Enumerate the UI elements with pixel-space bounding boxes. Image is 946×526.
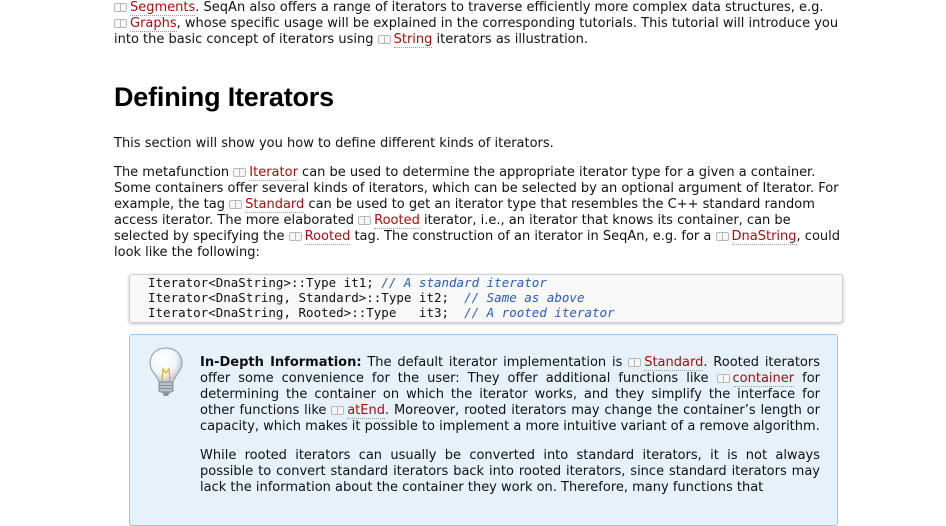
intro-paragraph: Segments. SeqAn also offers a range of i…	[114, 0, 839, 48]
link-graphs[interactable]: Graphs	[130, 16, 177, 32]
lightbulb-icon	[149, 347, 183, 396]
book-icon	[233, 168, 247, 177]
section-intro: This section will show you how to define…	[114, 136, 554, 151]
in-depth-info-box: In-Depth Information: The default iterat…	[129, 334, 838, 526]
section-heading: Defining Iterators	[114, 82, 334, 112]
link-dnastring[interactable]: DnaString	[731, 229, 797, 245]
link-atend[interactable]: atEnd	[347, 403, 385, 419]
link-standard[interactable]: Standard	[245, 197, 305, 213]
info-paragraph: In-Depth Information: The default iterat…	[200, 355, 821, 434]
book-icon	[331, 406, 345, 415]
book-icon	[628, 358, 642, 367]
link-rooted-tag[interactable]: Rooted	[304, 229, 351, 245]
link-container[interactable]: container	[732, 371, 795, 387]
book-icon	[377, 35, 391, 44]
book-icon	[288, 232, 302, 241]
link-standard-info[interactable]: Standard	[644, 355, 704, 371]
info-text: In-Depth Information: The default iterat…	[200, 355, 820, 496]
link-segments[interactable]: Segments	[130, 0, 196, 16]
book-icon	[358, 216, 372, 225]
book-icon	[229, 200, 243, 209]
book-icon	[715, 232, 729, 241]
metafunction-paragraph: The metafunction Iterator can be used to…	[114, 165, 840, 260]
book-icon	[716, 374, 730, 383]
code-block[interactable]: Iterator<DnaString>::Type it1; // A stan…	[129, 274, 843, 323]
code-line: Iterator<DnaString, Rooted>::Type it3; /…	[148, 305, 615, 320]
link-iterator[interactable]: Iterator	[249, 165, 298, 181]
link-rooted[interactable]: Rooted	[374, 213, 420, 229]
info-label: In-Depth Information:	[200, 355, 362, 370]
link-string[interactable]: String	[393, 32, 433, 48]
code-line: Iterator<DnaString, Standard>::Type it2;…	[148, 290, 585, 305]
info-paragraph-2: While rooted iterators can usually be co…	[200, 448, 820, 495]
book-icon	[114, 19, 127, 28]
book-icon	[114, 3, 127, 12]
code-line: Iterator<DnaString>::Type it1; // A stan…	[148, 275, 547, 290]
